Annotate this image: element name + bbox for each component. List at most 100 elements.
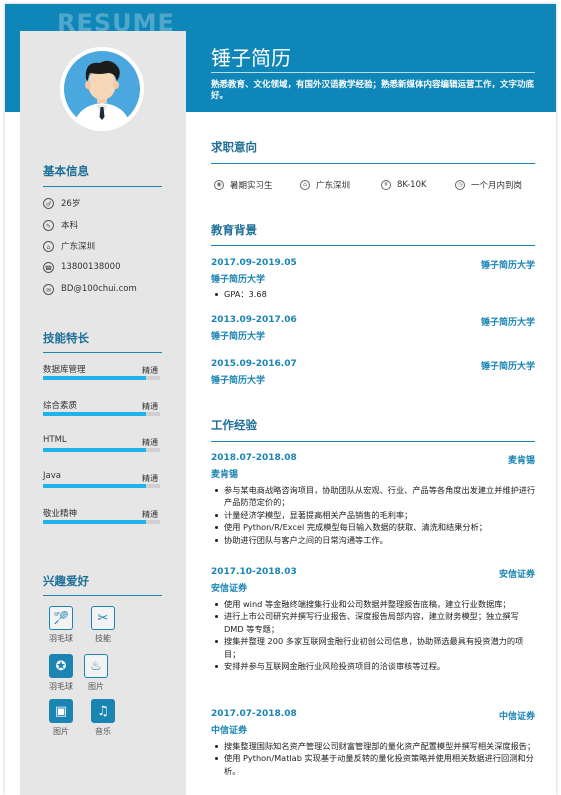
edu-school: 锤子简历大学 — [211, 332, 266, 342]
work-details: 使用 wind 等金融终端搜集行业和公司数据并整理报告底稿，建立行业数据库； 进… — [211, 598, 537, 672]
medal-icon: ✪ — [49, 654, 73, 678]
work-title: 工作经验 — [211, 418, 257, 432]
work-bullet: 使用 wind 等金融终端搜集行业和公司数据并整理报告底稿，建立行业数据库； — [215, 598, 537, 610]
skill-level: 精通 — [142, 510, 158, 519]
basic-info-divider — [43, 186, 162, 187]
info-education: ✎ 本科 — [43, 217, 78, 233]
intent-divider — [211, 163, 535, 164]
music-icon: ♫ — [91, 699, 115, 723]
basic-info-title: 基本信息 — [43, 164, 89, 178]
work-details: 参与某电商战略咨询项目，协助团队从宏观、行业、产品等各角度出发建立并维护进行产品… — [211, 484, 537, 546]
skill-name: 综合素质 — [43, 401, 78, 411]
hobby-label: 音乐 — [95, 727, 111, 736]
info-email-text: BD@100chui.com — [61, 284, 137, 294]
location-icon: ⌂ — [43, 240, 54, 252]
hobby-label: 图片 — [53, 727, 69, 736]
edu-details: GPA：3.68 — [211, 288, 537, 300]
cooking-icon: ♨ — [84, 654, 108, 678]
work-company: 中信证券 — [211, 726, 248, 736]
skill-name: 数据库管理 — [43, 365, 86, 375]
avatar — [60, 47, 144, 131]
work-company: 安信证券 — [211, 584, 248, 594]
work-bullet: 搜集并整理 200 多家互联网金融行业初创公司信息，协助筛选最具有投资潜力的项目… — [215, 635, 537, 660]
work-date: 2017.07-2018.08 — [211, 709, 297, 719]
work-bullet: 安排并参与互联网金融行业风险投资项目的洽谈审核等过程。 — [215, 660, 537, 672]
hobby-picture: ▣ 图片 — [40, 699, 82, 737]
edu-school-right: 锤子简历大学 — [480, 318, 535, 328]
email-icon: ✉ — [43, 283, 54, 295]
intent-availability: ◷ 一个月内到岗 — [455, 179, 522, 191]
work-bullet: 使用 Python/R/Excel 完成模型每日输入数据的获取、清洗和结果分析； — [215, 521, 537, 533]
skill-bar-fill — [43, 412, 146, 416]
skill-bar-fill — [43, 484, 146, 488]
clock-icon: ◷ — [455, 180, 465, 190]
work-company: 麦肯锡 — [211, 470, 239, 480]
edu-school-right: 锤子简历大学 — [480, 261, 535, 271]
edu-date: 2017.09-2019.05 — [211, 258, 297, 268]
skill-bar — [43, 412, 160, 416]
info-education-text: 本科 — [61, 221, 79, 231]
resume-name: 锤子简历 — [211, 46, 291, 70]
info-age: ♂ 26岁 — [43, 195, 80, 211]
edu-gpa: GPA：3.68 — [215, 288, 537, 300]
edu-school: 锤子简历大学 — [211, 376, 266, 386]
age-icon: ♂ — [43, 197, 54, 209]
work-bullet: 搜集整理国际知名资产管理公司财富管理部的量化资产配置模型并撰写相关深度报告； — [215, 741, 536, 751]
work-bullet: 协助进行团队与客户之间的日常沟通等工作。 — [215, 534, 537, 546]
work-bullet: 使用 Python/Matlab 实现基于动量反转的量化投资策略并使用相关数据进… — [215, 752, 537, 777]
skills-title: 技能特长 — [43, 331, 89, 345]
skill-level: 精通 — [142, 438, 158, 447]
skills-divider — [43, 352, 162, 353]
edu-date: 2015.09-2016.07 — [211, 359, 297, 369]
info-age-text: 26岁 — [61, 199, 81, 209]
skill-bar-fill — [43, 448, 146, 452]
work-bullet: 参与某电商战略咨询项目，协助团队从宏观、行业、产品等各角度出发建立并维护进行产品… — [215, 485, 536, 508]
picture-icon: ▣ — [49, 699, 73, 723]
salary-icon: ¥ — [381, 180, 391, 190]
info-phone: ☎ 13800138000 — [43, 259, 121, 275]
intent-availability-text: 一个月内到岗 — [471, 181, 523, 191]
intent-job-type-text: 暑期实习生 — [230, 181, 273, 191]
work-bullet: 计量经济学模型，显著提高相关产品销售的毛利率； — [215, 509, 537, 521]
work-details: 搜集整理国际知名资产管理公司财富管理部的量化资产配置模型并撰写相关深度报告； 使… — [211, 740, 537, 777]
hobby-cooking: ♨ 图片 — [75, 654, 117, 692]
intent-location-text: 广东深圳 — [316, 181, 351, 191]
work-date: 2017.10-2018.03 — [211, 567, 297, 577]
hobby-label: 图片 — [88, 682, 104, 691]
work-date: 2018.07-2018.08 — [211, 453, 297, 463]
education-divider — [211, 245, 535, 246]
hobby-label: 羽毛球 — [49, 634, 73, 643]
job-type-icon: ◉ — [214, 180, 224, 190]
tools-icon: ✂ — [91, 606, 115, 630]
phone-icon: ☎ — [43, 261, 54, 273]
edu-date: 2013.09-2017.06 — [211, 315, 297, 325]
work-divider — [211, 441, 535, 442]
work-company-right: 中信证券 — [498, 712, 535, 722]
skill-bar — [43, 520, 160, 524]
skill-bar — [43, 484, 160, 488]
hobbies-divider — [43, 595, 162, 596]
hobby-badminton: 🏸︎ 羽毛球 — [40, 606, 82, 644]
intent-salary-text: 8K-10K — [397, 180, 427, 190]
hobbies-title: 兴趣爱好 — [43, 574, 89, 588]
work-bullet: 进行上市公司研究并撰写行业报告、深度报告局部内容，建立财务模型；独立撰写 DMD… — [215, 610, 537, 635]
info-location-text: 广东深圳 — [61, 242, 96, 252]
info-phone-text: 13800138000 — [61, 262, 121, 272]
intent-title: 求职意向 — [211, 140, 257, 154]
hobby-label: 技能 — [95, 634, 111, 643]
intent-salary: ¥ 8K-10K — [381, 179, 427, 191]
skill-level: 精通 — [142, 366, 158, 375]
edu-school: 锤子简历大学 — [211, 275, 266, 285]
skill-name: HTML — [43, 435, 67, 445]
work-company-right: 麦肯锡 — [507, 456, 535, 466]
skill-bar — [43, 376, 160, 380]
skill-bar — [43, 448, 160, 452]
skill-name: 敬业精神 — [43, 509, 78, 519]
hobby-skills: ✂ 技能 — [82, 606, 124, 644]
intent-job-type: ◉ 暑期实习生 — [214, 179, 273, 191]
badminton-icon: 🏸︎ — [49, 606, 73, 630]
hobby-music: ♫ 音乐 — [82, 699, 124, 737]
location-icon: ⌂ — [300, 180, 310, 190]
header-divider — [211, 72, 535, 73]
self-intro: 熟悉教育、文化领域，有国外汉语教学经验；熟悉新媒体内容编辑运营工作，文字功底好。 — [211, 80, 535, 101]
